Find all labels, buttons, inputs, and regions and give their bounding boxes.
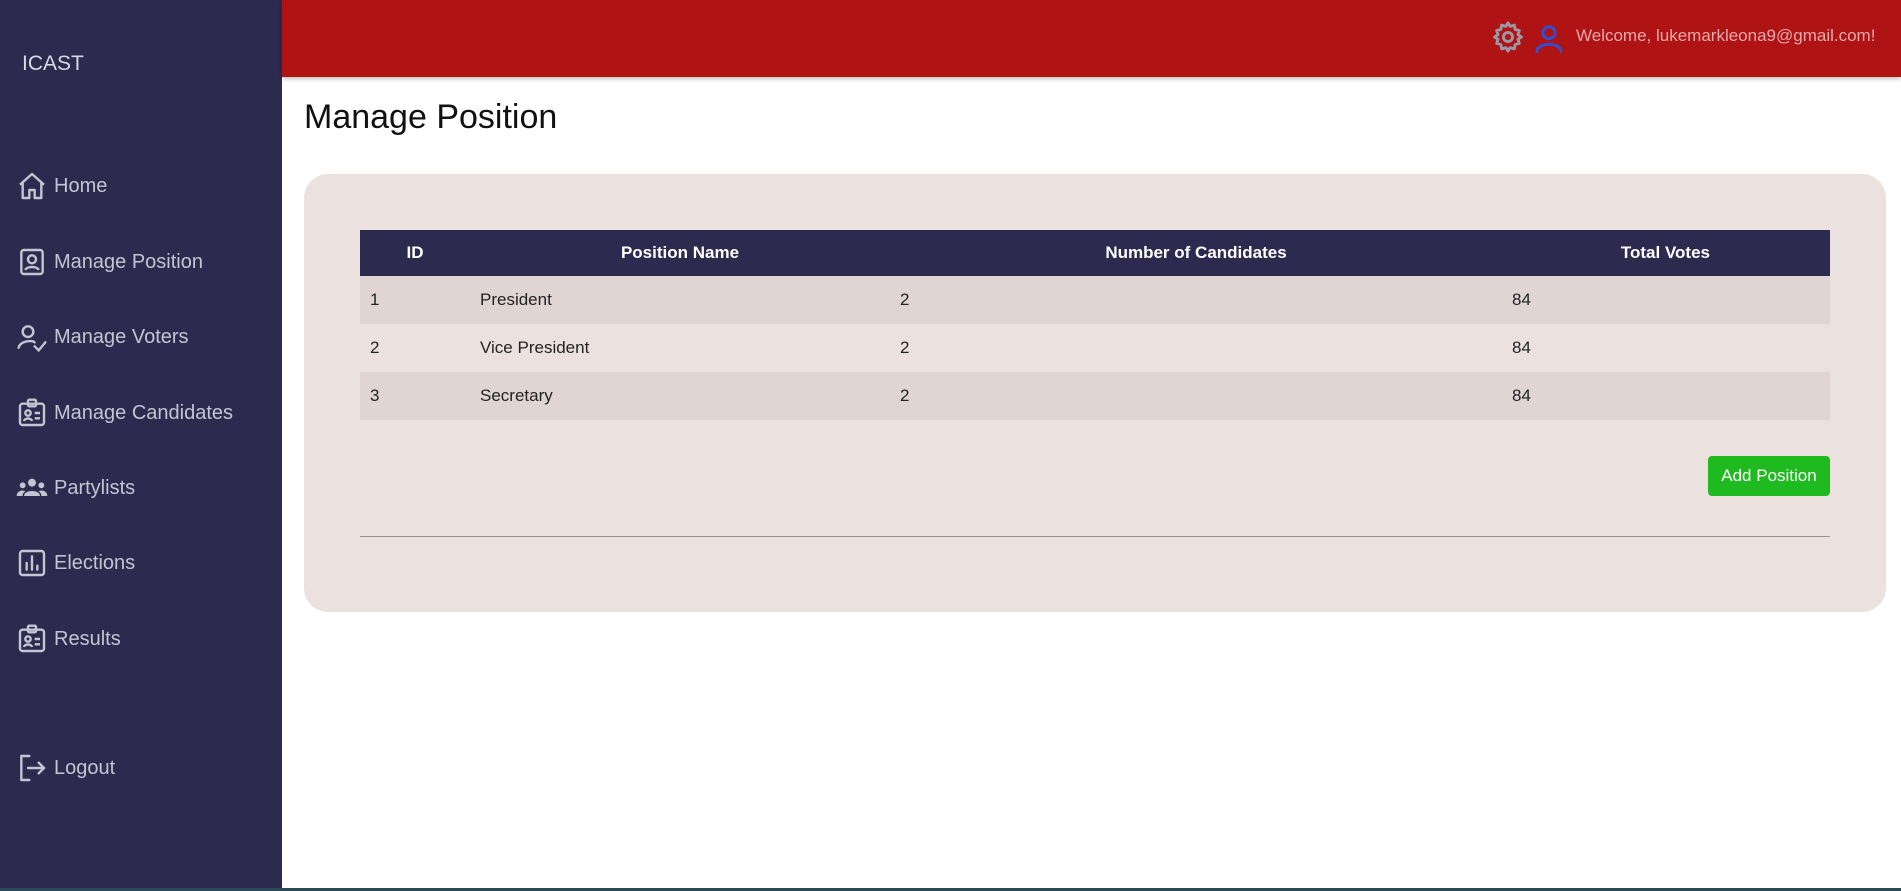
cell-number-of-candidates: 2	[900, 338, 910, 357]
column-header-total-votes: Total Votes	[1620, 243, 1710, 262]
sidebar-item-partylists[interactable]: Partylists	[14, 470, 135, 506]
bar-chart-icon	[14, 545, 50, 581]
cell-id: 2	[370, 338, 380, 357]
sidebar-item-home[interactable]: Home	[14, 168, 107, 204]
table-row[interactable]: 3 Secretary 2 84	[360, 372, 1830, 420]
cell-position-name: Secretary	[480, 386, 553, 405]
home-icon	[14, 168, 50, 204]
sidebar-item-manage-candidates[interactable]: Manage Candidates	[14, 395, 233, 431]
cell-position-name: Vice President	[480, 338, 590, 357]
column-header-position-name: Position Name	[620, 243, 740, 262]
positions-card: ID Position Name Number of Candidates To…	[304, 174, 1886, 612]
user-icon[interactable]	[1533, 22, 1565, 54]
table-header-row: ID Position Name Number of Candidates To…	[360, 230, 1830, 276]
table-row[interactable]: 2 Vice President 2 84	[360, 324, 1830, 372]
sidebar-item-label: Manage Voters	[54, 325, 189, 348]
welcome-message: Welcome, lukemarkleona9@gmail.com!	[1576, 26, 1876, 45]
sidebar-item-manage-position[interactable]: Manage Position	[14, 244, 203, 280]
cell-id: 3	[370, 386, 380, 405]
sidebar-item-label: Manage Position	[54, 250, 203, 273]
logout-icon	[14, 750, 50, 786]
logout-button[interactable]: Logout	[14, 750, 115, 786]
sidebar-item-label: Home	[54, 174, 108, 197]
position-badge-icon	[14, 244, 50, 280]
sidebar-item-label: Partylists	[54, 476, 136, 499]
cell-position-name: President	[480, 290, 552, 309]
sidebar-item-manage-voters[interactable]: Manage Voters	[14, 319, 189, 355]
sidebar-item-results[interactable]: Results	[14, 621, 121, 657]
table-row[interactable]: 1 President 2 84	[360, 276, 1830, 324]
id-card-icon	[14, 395, 50, 431]
id-card-icon	[14, 621, 50, 657]
cell-total-votes: 84	[1512, 386, 1531, 405]
cell-total-votes: 84	[1512, 338, 1531, 357]
gear-icon[interactable]	[1491, 20, 1525, 54]
page-title: Manage Position	[304, 98, 558, 136]
column-header-id: ID	[406, 243, 424, 262]
logout-label: Logout	[54, 756, 116, 779]
sidebar-item-elections[interactable]: Elections	[14, 545, 135, 581]
column-header-number-of-candidates: Number of Candidates	[1105, 243, 1287, 262]
cell-total-votes: 84	[1512, 290, 1531, 309]
cell-number-of-candidates: 2	[900, 290, 910, 309]
user-check-icon	[14, 319, 50, 355]
sidebar-item-label: Elections	[54, 551, 136, 574]
top-header: Welcome, lukemarkleona9@gmail.com!	[282, 0, 1901, 77]
add-position-button[interactable]: Add Position	[1708, 456, 1830, 496]
sidebar: ICAST Home Manage Position Manage Voters…	[0, 0, 282, 891]
group-icon	[14, 470, 50, 506]
positions-table: ID Position Name Number of Candidates To…	[360, 230, 1830, 420]
cell-number-of-candidates: 2	[900, 386, 910, 405]
brand-logo-text: ICAST	[22, 52, 84, 75]
sidebar-item-label: Results	[54, 627, 121, 650]
cell-id: 1	[370, 290, 380, 309]
sidebar-item-label: Manage Candidates	[54, 401, 234, 424]
divider	[360, 536, 1830, 537]
